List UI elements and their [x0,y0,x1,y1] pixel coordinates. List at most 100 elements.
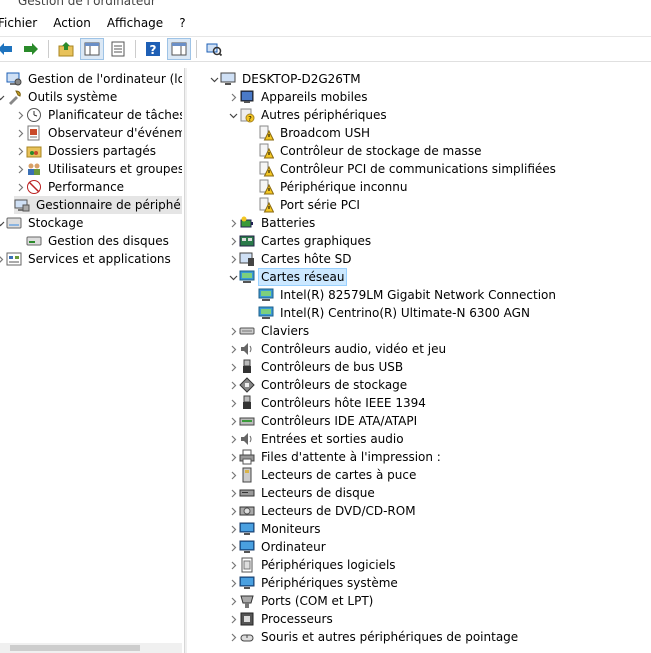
expand-chevron-icon[interactable] [227,88,239,106]
tree-item-controleurs-audio-video-et-jeu[interactable]: Contrôleurs audio, vidéo et jeu [227,340,448,358]
expand-chevron-icon[interactable] [227,250,239,268]
expand-chevron-icon[interactable] [227,412,239,430]
tree-item-ports-com-et-lpt[interactable]: Ports (COM et LPT) [227,592,375,610]
tree-item-port-serie-pci[interactable]: Port série PCI [246,196,362,214]
tree-item-label: Ports (COM et LPT) [261,594,374,608]
forward-button[interactable] [20,39,42,59]
expand-chevron-icon[interactable] [227,430,239,448]
tree-item-desktop-d2g26tm[interactable]: DESKTOP-D2G26TM [208,70,363,88]
scrollbar-thumb[interactable] [10,645,140,651]
expand-chevron-icon[interactable] [227,610,239,628]
tree-item-moniteurs[interactable]: Moniteurs [227,520,323,538]
tree-item-peripheriques-logiciels[interactable]: Périphériques logiciels [227,556,398,574]
tree-item-services-et-applications[interactable]: Services et applications [0,250,173,268]
expand-chevron-icon[interactable] [227,466,239,484]
tree-item-intel-r-centrino-r-ultimate-n-6300-agn[interactable]: Intel(R) Centrino(R) Ultimate-N 6300 AGN [246,304,532,322]
collapse-chevron-icon[interactable] [227,268,239,286]
menu-fichier[interactable]: Fichier [0,16,47,30]
tree-item-outils-systeme[interactable]: Outils système [0,88,119,106]
tree-item-planificateur-de-taches[interactable]: Planificateur de tâches [14,106,182,124]
tree-item-label: Contrôleurs de stockage [261,378,408,392]
expand-chevron-icon[interactable] [227,502,239,520]
tree-item-processeurs[interactable]: Processeurs [227,610,335,628]
tree-item-intel-r-82579lm-gigabit-network-connection[interactable]: Intel(R) 82579LM Gigabit Network Connect… [246,286,558,304]
properties-icon [111,41,125,57]
tree-item-observateur-d-eveneme[interactable]: Observateur d'événeme [14,124,182,142]
console-tree-pane[interactable]: Gestion de l'ordinateur (local) Outils sy… [0,68,182,653]
expand-chevron-icon[interactable] [227,592,239,610]
expand-chevron-icon[interactable] [227,484,239,502]
expand-chevron-icon[interactable] [227,214,239,232]
expand-chevron-icon[interactable] [227,574,239,592]
tree-item-label: Cartes hôte SD [261,252,352,266]
tree-item-lecteurs-de-dvd-cd-rom[interactable]: Lecteurs de DVD/CD-ROM [227,502,418,520]
tree-item-stockage[interactable]: Stockage [0,214,85,232]
tree-item-claviers[interactable]: Claviers [227,322,311,340]
tree-item-label: Moniteurs [261,522,321,536]
tree-item-batteries[interactable]: Batteries [227,214,317,232]
expand-chevron-icon[interactable] [227,448,239,466]
help-button[interactable]: ? [142,39,164,59]
menu-help[interactable]: ? [179,16,195,30]
tree-item-performance[interactable]: Performance [14,178,126,196]
tree-item-cartes-hote-sd[interactable]: Cartes hôte SD [227,250,354,268]
menu-affichage[interactable]: Affichage [107,16,173,30]
tree-item-controleur-de-stockage-de-masse[interactable]: Contrôleur de stockage de masse [246,142,483,160]
console-tree-button[interactable] [80,38,104,60]
properties-button[interactable] [107,39,129,59]
up-level-button[interactable] [55,39,77,59]
tree-item-peripheriques-systeme[interactable]: Périphériques système [227,574,400,592]
tree-item-appareils-mobiles[interactable]: Appareils mobiles [227,88,370,106]
tree-item-controleurs-ide-ata-atapi[interactable]: Contrôleurs IDE ATA/ATAPI [227,412,419,430]
tree-item-controleurs-de-stockage[interactable]: Contrôleurs de stockage [227,376,409,394]
tree-item-autres-peripheriques[interactable]: ? Autres périphériques [227,106,389,124]
tree-item-controleurs-hote-ieee-1394[interactable]: Contrôleurs hôte IEEE 1394 [227,394,428,412]
tree-item-lecteurs-de-cartes-a-puce[interactable]: Lecteurs de cartes à puce [227,466,418,484]
pane-splitter[interactable] [184,68,187,653]
expand-chevron-icon[interactable] [14,124,26,142]
collapse-chevron-icon[interactable] [208,70,220,88]
tree-item-label: Périphérique inconnu [280,180,408,194]
expand-chevron-icon[interactable] [14,142,26,160]
menu-action[interactable]: Action [53,16,101,30]
tree-item-dossiers-partages[interactable]: Dossiers partagés [14,142,158,160]
tree-item-gestionnaire-de-periphe[interactable]: Gestionnaire de périphé [14,196,182,214]
expand-chevron-icon[interactable] [227,340,239,358]
expand-chevron-icon[interactable] [227,376,239,394]
tree-item-peripherique-inconnu[interactable]: Périphérique inconnu [246,178,409,196]
tree-item-ordinateur[interactable]: Ordinateur [227,538,328,556]
scan-hardware-button[interactable] [203,39,225,59]
tree-item-gestion-des-disques[interactable]: Gestion des disques [14,232,171,250]
tree-item-entrees-et-sorties-audio[interactable]: Entrées et sorties audio [227,430,406,448]
expand-chevron-icon[interactable] [14,178,26,196]
tree-item-cartes-reseau[interactable]: Cartes réseau [227,268,348,286]
expand-chevron-icon[interactable] [227,538,239,556]
expand-chevron-icon[interactable] [227,232,239,250]
collapse-chevron-icon[interactable] [227,106,239,124]
expand-chevron-icon[interactable] [227,628,239,646]
expand-chevron-icon[interactable] [227,322,239,340]
expand-chevron-icon[interactable] [14,160,26,178]
tree-item-controleurs-de-bus-usb[interactable]: Contrôleurs de bus USB [227,358,405,376]
tree-item-gestion-de-l-ordinateur-local[interactable]: Gestion de l'ordinateur (local) [0,70,182,88]
expand-chevron-icon[interactable] [227,520,239,538]
show-hide-button[interactable] [167,38,191,60]
window-title-bar: Gestion de l'ordinateur [0,0,651,10]
expand-chevron-icon[interactable] [227,394,239,412]
tree-item-controleur-pci-de-communications-simplifiees[interactable]: Contrôleur PCI de communications simplif… [246,160,558,178]
device-tree-pane[interactable]: DESKTOP-D2G26TM Appareils mobiles? Autres … [188,68,651,653]
expand-chevron-icon[interactable] [227,358,239,376]
expand-chevron-icon[interactable] [14,106,26,124]
horizontal-scrollbar[interactable] [0,643,182,653]
tree-item-utilisateurs-et-groupes-l[interactable]: Utilisateurs et groupes l [14,160,182,178]
back-button[interactable] [0,39,16,59]
tree-item-files-d-attente-a-l-impression[interactable]: Files d'attente à l'impression : [227,448,443,466]
tree-item-broadcom-ush[interactable]: Broadcom USH [246,124,372,142]
tree-item-souris-et-autres-peripheriques-de-pointage[interactable]: Souris et autres périphériques de pointa… [227,628,520,646]
tree-item-cartes-graphiques[interactable]: Cartes graphiques [227,232,373,250]
computer-management-icon [6,71,22,87]
expand-chevron-icon[interactable] [227,556,239,574]
tree-item-lecteurs-de-disque[interactable]: Lecteurs de disque [227,484,377,502]
users-icon [26,161,42,177]
tree-item-label: Contrôleurs audio, vidéo et jeu [261,342,447,356]
